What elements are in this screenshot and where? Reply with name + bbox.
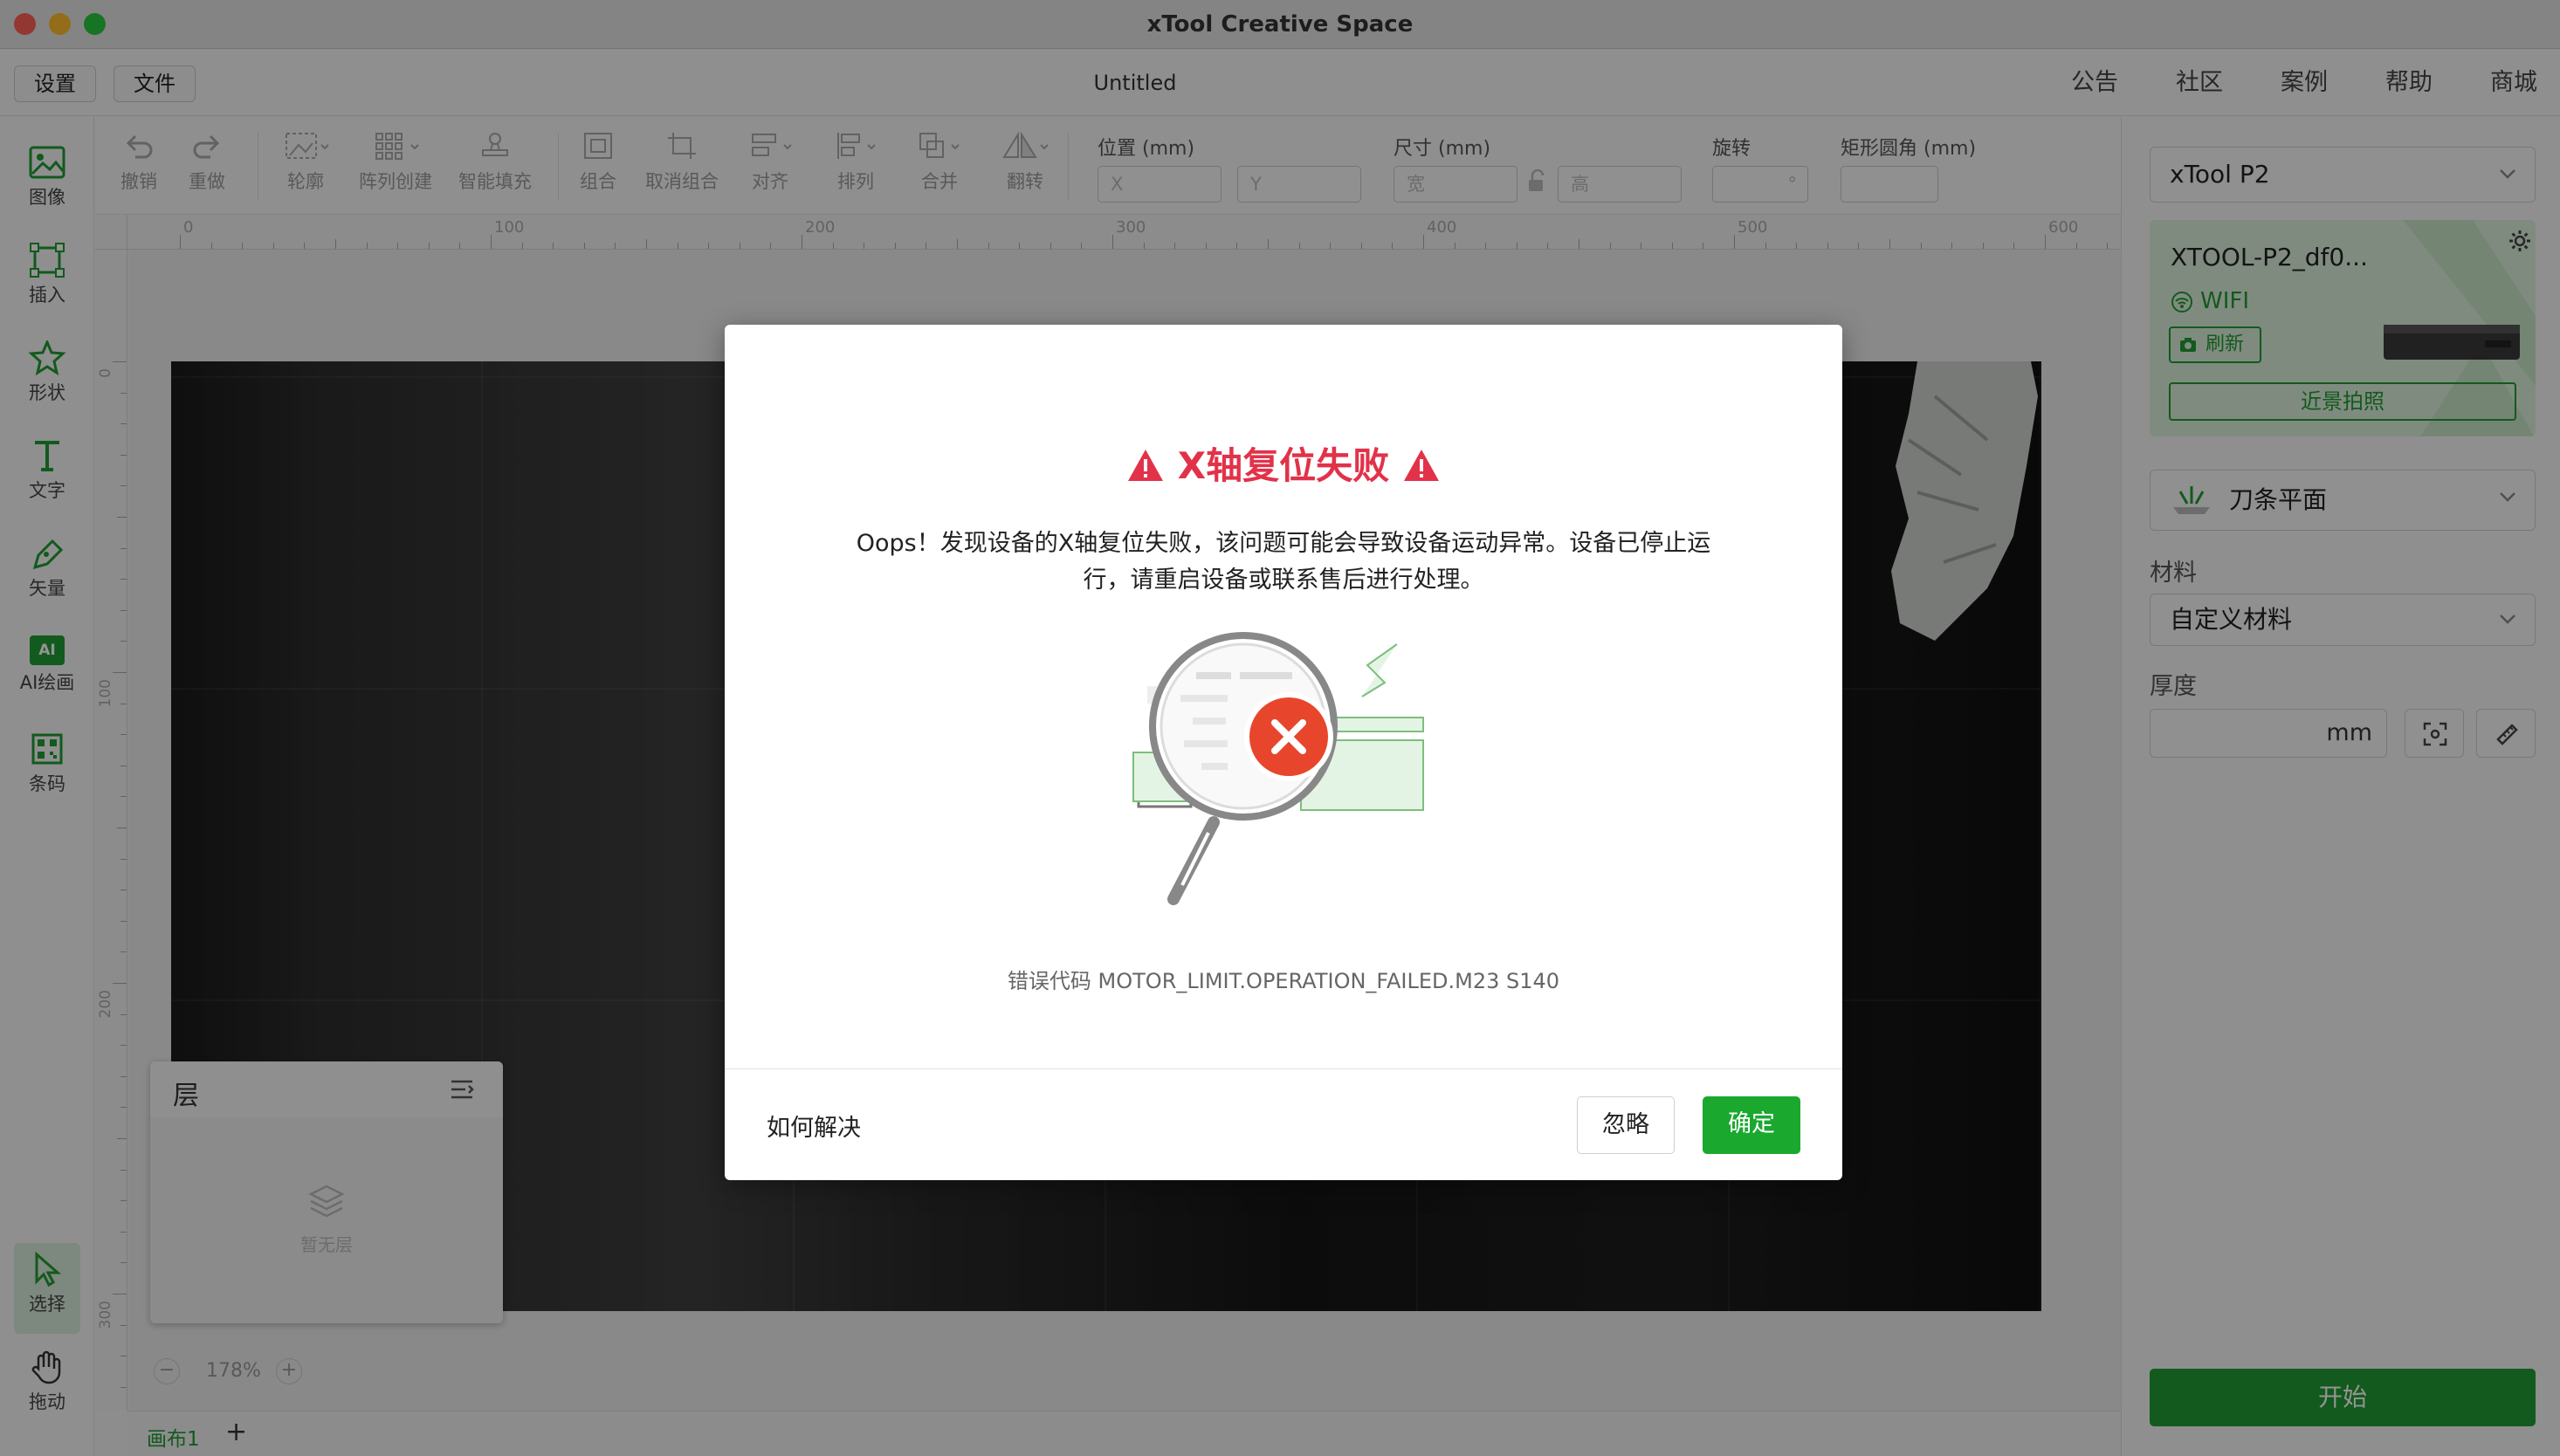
error-dialog: X轴复位失败 Oops！发现设备的X轴复位失败，该问题可能会导致设备运动异常。设… (725, 325, 1842, 1180)
dialog-footer-divider (725, 1068, 1842, 1069)
warning-icon (1128, 450, 1164, 481)
error-code: 错误代码 MOTOR_LIMIT.OPERATION_FAILED.M23 S1… (1007, 969, 1560, 993)
dialog-title: X轴复位失败 (725, 436, 1842, 490)
search-error-illustration (1132, 632, 1424, 905)
confirm-button[interactable]: 确定 (1703, 1096, 1800, 1154)
how-to-fix-link[interactable]: 如何解决 (767, 1109, 861, 1143)
ignore-button[interactable]: 忽略 (1577, 1096, 1675, 1154)
warning-icon (1403, 450, 1439, 481)
dialog-message: Oops！发现设备的X轴复位失败，该问题可能会导致设备运动异常。设备已停止运行，… (856, 530, 1711, 594)
dialog-title-text: X轴复位失败 (1177, 444, 1390, 487)
